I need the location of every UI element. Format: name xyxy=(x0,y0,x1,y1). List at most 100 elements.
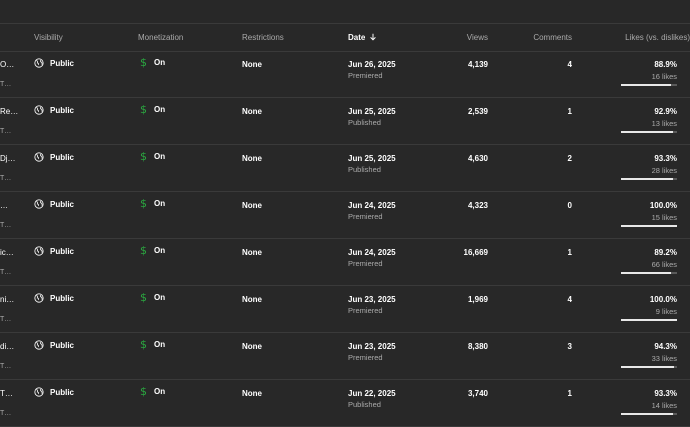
column-header-likes[interactable]: Likes (vs. dislikes) xyxy=(625,33,690,42)
monetization-cell[interactable]: $ On xyxy=(140,198,165,209)
column-header-restrictions[interactable]: Restrictions xyxy=(242,33,284,42)
table-row[interactable]: T… T… Public $ On None Jun 22, 2025 Publ… xyxy=(0,380,690,427)
arrow-down-icon[interactable] xyxy=(369,33,377,41)
video-title[interactable]: ni… xyxy=(0,295,14,304)
monetization-cell[interactable]: $ On xyxy=(140,339,165,350)
dollar-icon: $ xyxy=(140,150,147,163)
likes-count: 28 likes xyxy=(651,166,677,175)
likes-ratio-bar-fill xyxy=(621,178,674,180)
globe-icon xyxy=(34,387,44,397)
visibility-label: Public xyxy=(50,293,75,303)
monetization-cell[interactable]: $ On xyxy=(140,57,165,68)
table-row[interactable]: Re… T… Public $ On None Jun 25, 2025 Pub… xyxy=(0,98,690,145)
table-row[interactable]: ni… T… Public $ On None Jun 23, 2025 Pre… xyxy=(0,286,690,333)
column-header-monetization[interactable]: Monetization xyxy=(138,33,183,42)
video-title[interactable]: ic… xyxy=(0,248,14,257)
monetization-label: On xyxy=(154,387,166,396)
video-title[interactable]: Re… xyxy=(0,107,18,116)
likes-ratio-bar xyxy=(621,272,677,274)
monetization-label: On xyxy=(154,105,166,114)
monetization-label: On xyxy=(154,340,166,349)
restrictions-value: None xyxy=(242,107,262,116)
dollar-icon: $ xyxy=(140,291,147,304)
likes-ratio-bar-fill xyxy=(621,319,677,321)
likes-count: 9 likes xyxy=(655,307,677,316)
table-row[interactable]: di… T… Public $ On None Jun 23, 2025 Pre… xyxy=(0,333,690,380)
monetization-label: On xyxy=(154,293,166,302)
top-band xyxy=(0,0,690,23)
visibility-cell[interactable]: Public xyxy=(34,58,74,68)
dollar-icon: $ xyxy=(140,385,147,398)
visibility-label: Public xyxy=(50,105,75,115)
comments-value: 1 xyxy=(567,107,572,116)
table-row[interactable]: ic… T… Public $ On None Jun 24, 2025 Pre… xyxy=(0,239,690,286)
video-title[interactable]: T… xyxy=(0,389,13,398)
publish-status: Premiered xyxy=(348,306,383,315)
visibility-cell[interactable]: Public xyxy=(34,293,74,303)
dollar-icon: $ xyxy=(140,244,147,257)
monetization-cell[interactable]: $ On xyxy=(140,104,165,115)
date-value: Jun 25, 2025 xyxy=(348,154,396,163)
views-value: 4,630 xyxy=(467,154,488,163)
video-description: T… xyxy=(0,81,12,88)
likes-ratio-bar-fill xyxy=(621,131,674,133)
video-description: T… xyxy=(0,269,12,276)
table-row[interactable]: O… T… Public $ On None Jun 26, 2025 Prem… xyxy=(0,51,690,98)
visibility-cell[interactable]: Public xyxy=(34,152,74,162)
table-row[interactable]: Dj… T… Public $ On None Jun 25, 2025 Pub… xyxy=(0,145,690,192)
video-title[interactable]: … xyxy=(0,201,8,210)
comments-value: 4 xyxy=(567,60,572,69)
views-value: 1,969 xyxy=(467,295,488,304)
likes-percentage: 100.0% xyxy=(649,201,677,210)
visibility-label: Public xyxy=(50,387,75,397)
column-header-date[interactable]: Date xyxy=(348,33,377,42)
publish-status: Premiered xyxy=(348,71,383,80)
visibility-cell[interactable]: Public xyxy=(34,340,74,350)
video-title[interactable]: Dj… xyxy=(0,154,16,163)
globe-icon xyxy=(34,105,44,115)
monetization-label: On xyxy=(154,152,166,161)
visibility-cell[interactable]: Public xyxy=(34,199,74,209)
likes-ratio-bar xyxy=(621,131,677,133)
visibility-label: Public xyxy=(50,340,75,350)
visibility-label: Public xyxy=(50,246,75,256)
dollar-icon: $ xyxy=(140,197,147,210)
monetization-cell[interactable]: $ On xyxy=(140,292,165,303)
likes-percentage: 100.0% xyxy=(649,295,677,304)
visibility-label: Public xyxy=(50,152,75,162)
restrictions-value: None xyxy=(242,295,262,304)
likes-count: 16 likes xyxy=(651,72,677,81)
column-header-comments[interactable]: Comments xyxy=(533,33,572,42)
date-value: Jun 23, 2025 xyxy=(348,342,396,351)
monetization-cell[interactable]: $ On xyxy=(140,245,165,256)
date-value: Jun 26, 2025 xyxy=(348,60,396,69)
monetization-cell[interactable]: $ On xyxy=(140,386,165,397)
globe-icon xyxy=(34,246,44,256)
visibility-cell[interactable]: Public xyxy=(34,105,74,115)
column-header-visibility[interactable]: Visibility xyxy=(34,33,63,42)
restrictions-value: None xyxy=(242,389,262,398)
table-row[interactable]: … T… Public $ On None Jun 24, 2025 Premi… xyxy=(0,192,690,239)
restrictions-value: None xyxy=(242,60,262,69)
comments-value: 1 xyxy=(567,248,572,257)
likes-ratio-bar-fill xyxy=(621,366,674,368)
likes-count: 15 likes xyxy=(651,213,677,222)
views-value: 8,380 xyxy=(467,342,488,351)
visibility-cell[interactable]: Public xyxy=(34,246,74,256)
video-title[interactable]: di… xyxy=(0,342,14,351)
restrictions-value: None xyxy=(242,342,262,351)
publish-status: Published xyxy=(348,165,381,174)
likes-ratio-bar-fill xyxy=(621,413,674,415)
restrictions-value: None xyxy=(242,248,262,257)
dollar-icon: $ xyxy=(140,56,147,69)
visibility-cell[interactable]: Public xyxy=(34,387,74,397)
video-table-body: O… T… Public $ On None Jun 26, 2025 Prem… xyxy=(0,51,690,427)
video-description: T… xyxy=(0,222,12,229)
likes-percentage: 92.9% xyxy=(654,107,677,116)
dollar-icon: $ xyxy=(140,103,147,116)
video-description: T… xyxy=(0,410,12,417)
column-header-views[interactable]: Views xyxy=(467,33,488,42)
monetization-cell[interactable]: $ On xyxy=(140,151,165,162)
likes-ratio-bar xyxy=(621,84,677,86)
video-title[interactable]: O… xyxy=(0,60,14,69)
